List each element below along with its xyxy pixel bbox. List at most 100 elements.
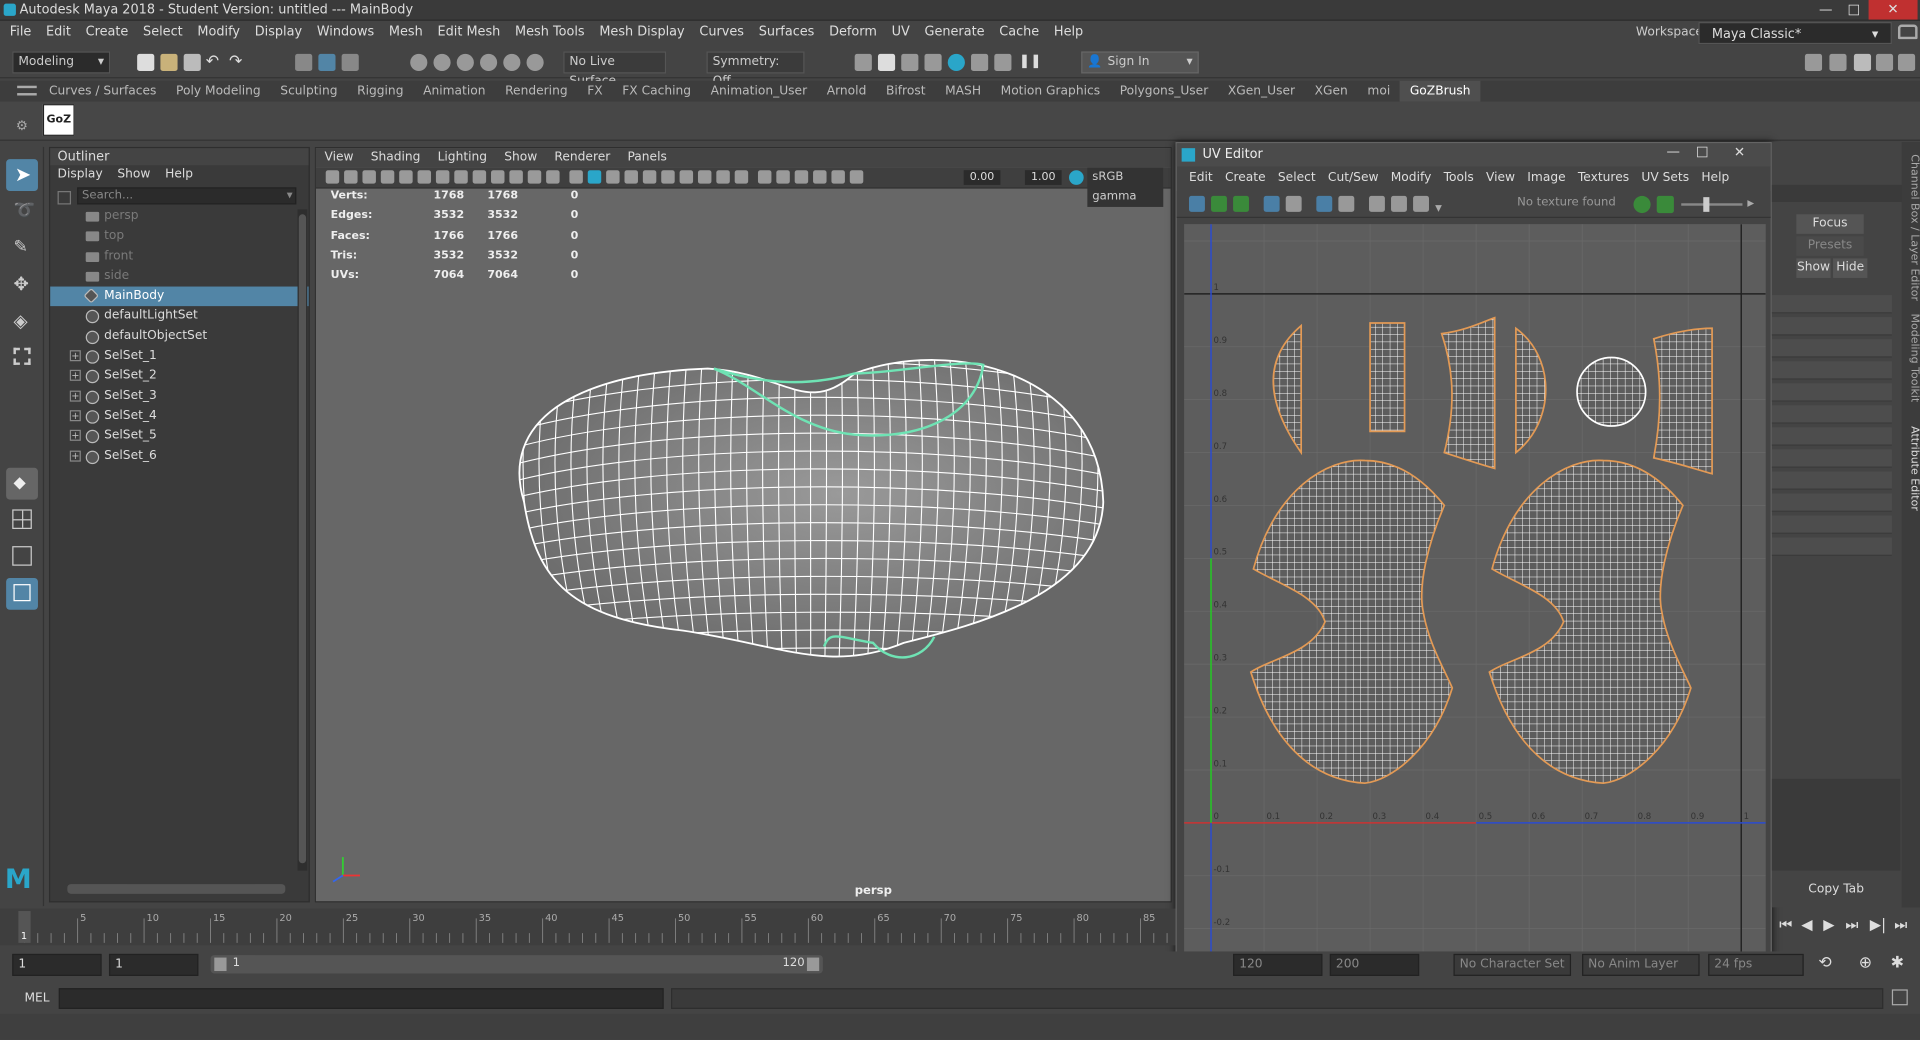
menu-select[interactable]: Select [136, 21, 190, 44]
symmetry-dropdown[interactable]: Symmetry: Off [706, 51, 805, 88]
shelf-tab-arnold[interactable]: Arnold [817, 81, 876, 102]
uv-checker-toggle-icon[interactable] [1211, 195, 1227, 212]
menu-deform[interactable]: Deform [822, 21, 884, 44]
uv-menu-textures[interactable]: Textures [1572, 167, 1635, 191]
uv-snapshot-icon[interactable] [1338, 195, 1355, 212]
select-camera-icon[interactable] [325, 170, 340, 184]
shelf-tab-motion-graphics[interactable]: Motion Graphics [991, 81, 1110, 102]
uv-display-image-icon[interactable] [1368, 195, 1385, 212]
viewport-menu-shading[interactable]: Shading [362, 148, 429, 168]
uv-menu-view[interactable]: View [1480, 167, 1521, 191]
maximize-button[interactable]: □ [1840, 0, 1867, 20]
shelf-tab-poly-modeling[interactable]: Poly Modeling [166, 81, 270, 102]
character-set-dropdown[interactable]: No Character Set [1453, 953, 1572, 976]
character-controls-icon[interactable] [1829, 53, 1847, 72]
mel-command-input[interactable] [58, 988, 664, 1009]
uv-map-border-icon[interactable] [1285, 195, 1302, 212]
uv-grid-toggle-icon[interactable] [1188, 195, 1205, 212]
image-plane-icon[interactable] [380, 170, 395, 184]
select-hierarchy-icon[interactable] [295, 53, 313, 72]
snap-view-icon[interactable] [480, 53, 498, 72]
color-management-icon[interactable] [1068, 170, 1084, 185]
outliner-vscrollbar[interactable] [297, 209, 308, 871]
exposure-field[interactable]: 0.00 [963, 170, 1001, 185]
texture-brightness-slider[interactable] [1681, 197, 1743, 212]
menu-mesh[interactable]: Mesh [382, 21, 431, 44]
render-view-icon[interactable] [854, 53, 872, 72]
four-view-layout-button[interactable] [6, 504, 38, 536]
toolbar-expand-icon[interactable]: ▸ [1747, 195, 1754, 211]
safe-title-icon[interactable] [546, 170, 560, 184]
menu-windows[interactable]: Windows [309, 21, 381, 44]
shelf-menu-icon[interactable] [17, 85, 37, 96]
persp-outliner-layout-button[interactable] [6, 541, 38, 573]
shadows-icon[interactable] [661, 170, 675, 184]
uv-image-toggle-icon[interactable] [1413, 195, 1429, 212]
outliner-item-defaultobjectset[interactable]: defaultObjectSet [50, 327, 308, 347]
uv-menu-edit[interactable]: Edit [1183, 167, 1219, 191]
shelf-tab-fx[interactable]: FX [577, 81, 612, 102]
step-forward-icon[interactable]: ⏭ [1845, 916, 1858, 934]
hide-button[interactable]: Hide [1833, 258, 1868, 278]
uv-distortion-icon[interactable] [1263, 195, 1280, 212]
mainbody-mesh-wireframe[interactable] [316, 190, 1173, 904]
attribute-editor-icon[interactable] [1853, 53, 1872, 72]
outliner-item-selset-5[interactable]: + SelSet_5 [50, 426, 308, 446]
uv-maximize-button[interactable]: □ [1696, 143, 1709, 159]
uv-minimize-button[interactable]: — [1667, 143, 1680, 159]
expand-toggle-icon[interactable]: + [69, 350, 81, 362]
uv-isolate-icon[interactable] [1316, 195, 1333, 212]
film-gate-icon[interactable] [454, 170, 468, 184]
goz-shelf-button[interactable]: GoZ [42, 104, 75, 136]
light-editor-icon[interactable] [994, 53, 1012, 72]
menu-cache[interactable]: Cache [992, 21, 1047, 44]
shelf-tab-rigging[interactable]: Rigging [347, 81, 413, 102]
time-slider-ruler[interactable]: 5 10 15 20 25 30 35 40 45 50 55 60 65 70 75 80 85 1 [0, 909, 1176, 946]
anim-prefs-icon[interactable]: ✱ [1891, 954, 1904, 972]
grid-icon[interactable] [435, 170, 450, 184]
shelf-settings-gear-icon[interactable]: ⚙ [16, 118, 28, 134]
viewport-menu-renderer[interactable]: Renderer [546, 148, 619, 168]
resolution-gate-icon[interactable] [472, 170, 487, 184]
outliner-hscrollbar[interactable] [67, 884, 286, 894]
uv-menu-tools[interactable]: Tools [1437, 167, 1479, 191]
expand-toggle-icon[interactable]: + [69, 410, 81, 422]
xray-active-icon[interactable] [794, 170, 809, 184]
presets-button[interactable]: Presets [1796, 236, 1864, 256]
viewport-menu-lighting[interactable]: Lighting [429, 148, 496, 168]
uv-menu-create[interactable]: Create [1219, 167, 1272, 191]
shelf-tab-bifrost[interactable]: Bifrost [876, 81, 935, 102]
menu-file[interactable]: File [2, 21, 38, 44]
viewport-menu-view[interactable]: View [316, 148, 362, 168]
menu-uv[interactable]: UV [884, 21, 917, 44]
shelf-tab-curves-surfaces[interactable]: Curves / Surfaces [39, 81, 166, 102]
uv-menu-help[interactable]: Help [1695, 167, 1735, 191]
step-back-icon[interactable]: ◀ [1801, 916, 1812, 933]
sign-in-button[interactable]: 👤 Sign In ▾ [1081, 51, 1199, 74]
multisample-aa-icon[interactable] [716, 170, 730, 184]
ipr-render-icon[interactable] [901, 53, 919, 72]
pause-icon[interactable]: ❚❚ [1019, 53, 1042, 69]
render-setup-icon[interactable] [971, 53, 989, 72]
shelf-tab-polygons-user[interactable]: Polygons_User [1110, 81, 1218, 102]
menu-generate[interactable]: Generate [917, 21, 992, 44]
go-to-end-icon[interactable]: ⏭ [1894, 916, 1907, 934]
workspace-dropdown[interactable]: Maya Classic* ▾ [1698, 22, 1892, 45]
snap-surface-icon[interactable] [503, 53, 521, 72]
side-tab-channel-box[interactable]: Channel Box / Layer Editor [1902, 154, 1920, 301]
close-button[interactable]: ✕ [1868, 0, 1918, 20]
uv-shaded-toggle-icon[interactable] [1633, 195, 1651, 214]
animation-end-field[interactable]: 200 [1329, 953, 1420, 976]
outliner-item-top[interactable]: top [50, 227, 308, 247]
uv-menu-select[interactable]: Select [1272, 167, 1322, 191]
field-chart-icon[interactable] [509, 170, 523, 184]
uv-tiling-chevron-icon[interactable]: ▾ [1435, 200, 1442, 216]
outliner-menu-help[interactable]: Help [158, 165, 201, 185]
select-component-icon[interactable] [341, 53, 359, 72]
outliner-item-selset-2[interactable]: + SelSet_2 [50, 367, 308, 387]
uv-menu-modify[interactable]: Modify [1385, 167, 1438, 191]
menu-mesh-tools[interactable]: Mesh Tools [508, 21, 592, 44]
range-end-handle[interactable] [806, 957, 820, 972]
outliner-item-selset-1[interactable]: + SelSet_1 [50, 347, 308, 367]
new-scene-icon[interactable] [137, 53, 155, 72]
